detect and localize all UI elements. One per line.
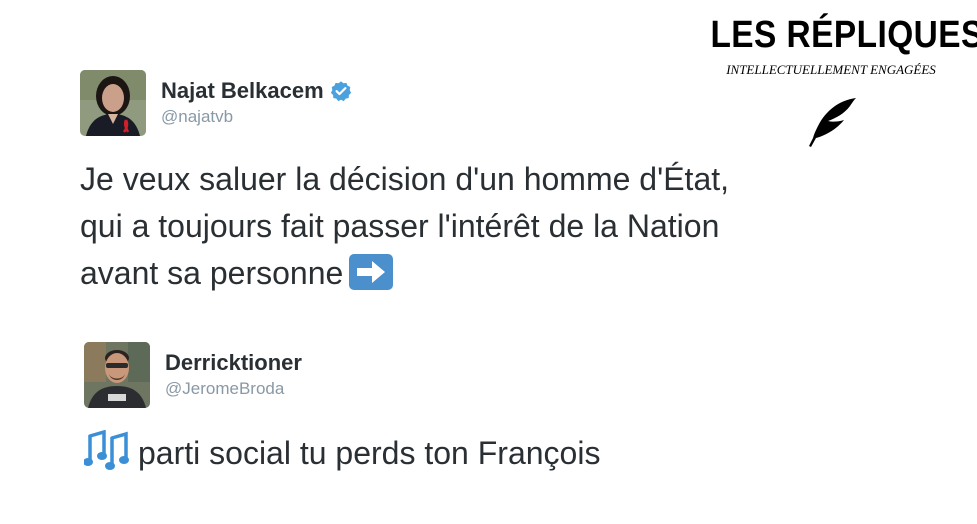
author-handle[interactable]: @najatvb bbox=[161, 106, 352, 128]
tweet-text-content: parti social tu perds ton François bbox=[138, 435, 601, 471]
tweet-text-line-content: avant sa personne bbox=[80, 255, 344, 291]
tweet-author: Najat Belkacem @najatvb bbox=[161, 78, 352, 128]
author-name[interactable]: Derricktioner bbox=[165, 350, 302, 376]
right-arrow-emoji-icon bbox=[349, 254, 394, 290]
tweet-text: parti social tu perds ton François bbox=[84, 430, 600, 477]
quill-icon bbox=[809, 98, 856, 147]
tweet-text-line: avant sa personne bbox=[80, 250, 729, 297]
tweet-text: Je veux saluer la décision d'un homme d'… bbox=[80, 156, 729, 297]
musical-notes-emoji-icon bbox=[84, 430, 129, 470]
brand-logo: LES RÉPLIQUES INTELLECTUELLEMENT ENGAGÉE… bbox=[694, 12, 977, 78]
brand-title: LES RÉPLIQUES bbox=[710, 14, 977, 56]
tweet-author: Derricktioner @JeromeBroda bbox=[165, 350, 302, 400]
author-name-wrap[interactable]: Najat Belkacem bbox=[161, 78, 352, 104]
brand-subtitle: INTELLECTUELLEMENT ENGAGÉES bbox=[726, 62, 936, 77]
tweet-text-line: Je veux saluer la décision d'un homme d'… bbox=[80, 161, 730, 197]
author-name[interactable]: Najat Belkacem bbox=[161, 78, 324, 104]
avatar[interactable] bbox=[84, 342, 150, 408]
avatar[interactable] bbox=[80, 70, 146, 136]
author-handle[interactable]: @JeromeBroda bbox=[165, 378, 302, 400]
tweet-text-line: qui a toujours fait passer l'intérêt de … bbox=[80, 208, 720, 244]
verified-badge-icon bbox=[330, 81, 351, 102]
